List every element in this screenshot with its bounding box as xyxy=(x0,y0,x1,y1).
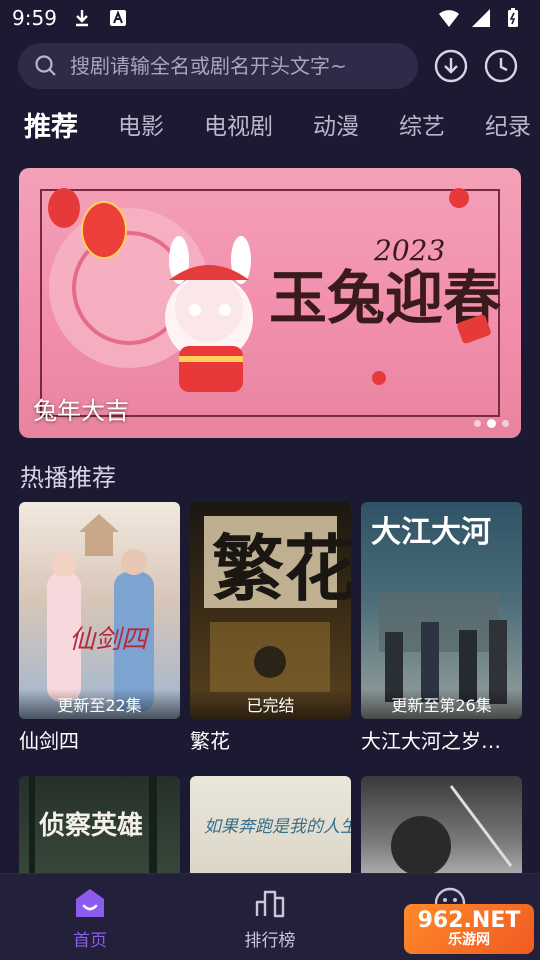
watermark-line1: 962.NET xyxy=(417,908,521,933)
poster-art: 繁花 xyxy=(204,516,351,692)
episode-badge: 已完结 xyxy=(190,689,351,719)
signal-icon xyxy=(472,9,490,27)
carousel-dot-active[interactable] xyxy=(487,419,496,428)
nav-home[interactable]: 首页 xyxy=(30,874,150,951)
card-title: 繁花 xyxy=(190,729,230,753)
poster: 如果奔跑是我的人生 xyxy=(190,776,351,886)
poster-art: 仙剑四 xyxy=(47,514,154,712)
download-icon xyxy=(434,49,468,83)
hot-recommend-grid: 仙剑四 更新至22集 仙剑四 繁花 已完结 繁花 大江大河 更新至第26集 大江… xyxy=(19,502,523,886)
poster-art xyxy=(391,785,513,876)
home-icon xyxy=(76,889,104,917)
poster-title-art: 大江大河 xyxy=(371,515,491,550)
video-card[interactable]: 如果奔跑是我的人生 xyxy=(190,776,351,886)
nav-ranking[interactable]: 排行榜 xyxy=(210,874,330,951)
tab-anime[interactable]: 动漫 xyxy=(313,107,359,141)
tab-variety[interactable]: 综艺 xyxy=(399,107,445,141)
nav-home-label: 首页 xyxy=(73,931,107,951)
video-card[interactable]: 大江大河 更新至第26集 大江大河之岁… xyxy=(361,502,522,754)
episode-badge: 更新至第26集 xyxy=(361,689,522,719)
watermark-line2: 乐游网 xyxy=(448,932,490,948)
poster-title-art: 仙剑四 xyxy=(69,625,150,655)
category-tabs: 推荐 电影 电视剧 动漫 综艺 纪录 xyxy=(24,104,540,144)
tab-tv-series[interactable]: 电视剧 xyxy=(204,107,273,141)
poster xyxy=(361,776,522,886)
search-input[interactable] xyxy=(68,53,402,79)
carousel-dot[interactable] xyxy=(474,420,481,427)
nav-ranking-label: 排行榜 xyxy=(244,931,296,951)
video-card[interactable]: 侦察英雄 xyxy=(19,776,180,886)
carousel-dots xyxy=(474,419,509,428)
video-card[interactable]: 仙剑四 更新至22集 仙剑四 xyxy=(19,502,180,754)
poster: 繁花 已完结 xyxy=(190,502,351,719)
episode-badge: 更新至22集 xyxy=(19,689,180,719)
history-button[interactable] xyxy=(484,49,518,83)
card-title: 大江大河之岁… xyxy=(361,729,501,753)
download-notification-icon xyxy=(75,10,88,27)
poster: 仙剑四 更新至22集 xyxy=(19,502,180,719)
status-time: 9:59 xyxy=(12,6,57,30)
poster-title-art: 如果奔跑是我的人生 xyxy=(204,817,351,837)
banner-caption: 兔年大吉 xyxy=(33,397,129,425)
search-icon xyxy=(35,55,56,76)
poster: 侦察英雄 xyxy=(19,776,180,886)
tab-recommended[interactable]: 推荐 xyxy=(24,105,78,144)
banner-carousel[interactable]: 玉兔迎春 2023 兔年大吉 xyxy=(19,168,521,438)
video-card[interactable]: 繁花 已完结 繁花 xyxy=(190,502,351,754)
poster-art: 侦察英雄 xyxy=(29,776,157,886)
wifi-icon xyxy=(439,10,459,27)
banner-year: 2023 xyxy=(373,234,445,267)
carousel-dot[interactable] xyxy=(502,420,509,427)
battery-icon xyxy=(508,8,518,27)
tab-movies[interactable]: 电影 xyxy=(118,107,164,141)
ranking-icon xyxy=(255,890,285,918)
search-box[interactable] xyxy=(18,43,418,89)
poster-title-art: 侦察英雄 xyxy=(39,811,143,841)
poster: 大江大河 更新至第26集 xyxy=(361,502,522,719)
section-title: 热播推荐 xyxy=(20,464,116,492)
download-button[interactable] xyxy=(434,49,468,83)
video-card[interactable] xyxy=(361,776,522,886)
poster-art: 如果奔跑是我的人生 xyxy=(204,817,351,837)
tab-documentary[interactable]: 纪录 xyxy=(485,107,531,141)
status-bar: 9:59 xyxy=(0,0,540,36)
poster-art: 大江大河 xyxy=(371,515,507,704)
clock-icon xyxy=(484,49,518,83)
site-watermark: 962.NET 乐游网 xyxy=(404,904,534,954)
app-notification-icon xyxy=(109,10,126,26)
poster-title-art: 繁花 xyxy=(212,526,351,611)
search-row xyxy=(18,42,522,90)
card-title: 仙剑四 xyxy=(19,729,79,753)
